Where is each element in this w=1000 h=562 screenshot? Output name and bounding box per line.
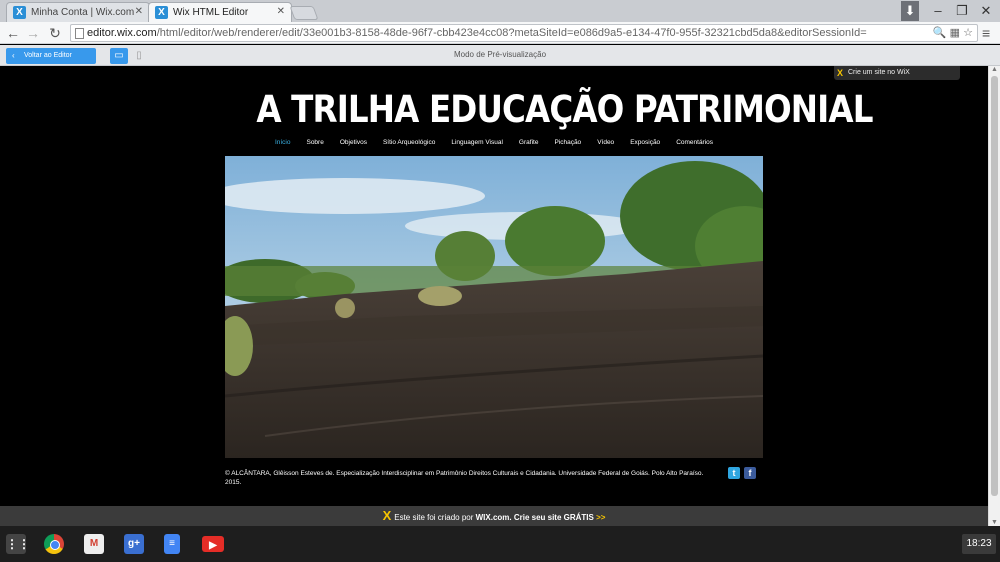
preview-mode-title: Modo de Pré-visualização [453, 50, 547, 59]
nav-item-objetivos[interactable]: Objetivos [340, 139, 367, 146]
wix-favicon-icon: X [155, 6, 168, 19]
bookmark-star-icon[interactable]: ☆ [963, 27, 973, 39]
restore-icon[interactable]: ❐ [950, 1, 974, 21]
nav-item-linguagem-visual[interactable]: Linguagem Visual [451, 139, 503, 146]
nav-item-grafite[interactable]: Grafite [519, 139, 539, 146]
launcher-icon[interactable]: ⋮⋮ [6, 534, 30, 554]
page-icon [75, 28, 84, 39]
scroll-down-icon[interactable]: ▼ [991, 519, 998, 526]
scroll-thumb[interactable] [991, 76, 998, 496]
os-shelf: ⋮⋮ M g+ ≡ ▶ 18:23 [0, 526, 1000, 562]
youtube-icon[interactable]: ▶ [202, 536, 224, 552]
chrome-menu-icon[interactable]: ≡ [982, 24, 996, 42]
nav-item-exposicao[interactable]: Exposição [630, 139, 660, 146]
preview-bar: ‹ Voltar ao Editor ▭ ▯ Modo de Pré-visua… [0, 45, 1000, 66]
close-tab-icon[interactable]: ✕ [277, 6, 285, 17]
back-arrow-icon[interactable]: ← [4, 24, 22, 42]
address-bar[interactable]: editor.wix.com/html/editor/web/renderer/… [70, 24, 978, 42]
wix-ad-footer[interactable]: X Este site foi criado por WIX.com. Crie … [0, 506, 988, 526]
wix-footer-cta: . Crie seu site GRÁTIS [509, 513, 597, 522]
hero-photo-rock-landscape [225, 156, 763, 458]
wix-badge-label: Crie um site no WiX [848, 69, 910, 76]
wix-footer-arrow: >> [596, 513, 606, 522]
browser-toolbar: ← → ↻ editor.wix.com/html/editor/web/ren… [0, 22, 1000, 44]
nav-item-inicio[interactable]: Início [275, 139, 291, 146]
create-wix-site-badge[interactable]: X Crie um site no WiX [834, 66, 960, 80]
google-plus-icon[interactable]: g+ [124, 534, 144, 554]
wix-footer-text: Este site foi criado por [394, 513, 476, 522]
site-preview: X Crie um site no WiX A TRILHA EDUCAÇÃO … [0, 66, 988, 506]
site-title: A TRILHA EDUCAÇÃO PATRIMONIAL [256, 88, 873, 131]
google-docs-icon[interactable]: ≡ [164, 534, 180, 554]
extension-icon[interactable]: ▦ [950, 27, 960, 39]
nav-item-comentarios[interactable]: Comentários [676, 139, 713, 146]
forward-arrow-icon[interactable]: → [24, 24, 42, 42]
close-window-icon[interactable]: ✕ [974, 1, 998, 21]
wix-logo-icon: X [382, 508, 392, 523]
nav-item-sobre[interactable]: Sobre [306, 139, 323, 146]
minimize-icon[interactable]: – [926, 1, 950, 21]
reload-icon[interactable]: ↻ [46, 24, 64, 42]
tab-title: Minha Conta | Wix.com [31, 7, 135, 18]
omnibox-actions: 🔍 ▦ ☆ [933, 26, 973, 39]
tab-wix-html-editor[interactable]: X Wix HTML Editor ✕ [148, 2, 292, 22]
wix-favicon-icon: X [13, 6, 26, 19]
user-profile-icon[interactable]: ⬇ [901, 1, 919, 21]
landscape-photo [225, 156, 763, 458]
chrome-icon[interactable] [44, 534, 64, 554]
wix-logo-icon: X [837, 68, 844, 78]
tab-title: Wix HTML Editor [173, 7, 249, 18]
wix-footer-brand: WIX.com [475, 513, 510, 522]
gmail-icon[interactable]: M [84, 534, 104, 554]
twitter-icon[interactable]: t [728, 467, 740, 479]
scroll-up-icon[interactable]: ▲ [991, 66, 998, 73]
photo-caption: © ALCÂNTARA, Glêisson Esteves de. Especi… [225, 470, 704, 486]
site-nav: Início Sobre Objetivos Sítio Arqueológic… [224, 139, 764, 146]
search-icon[interactable]: 🔍 [933, 27, 947, 39]
new-tab-button[interactable] [289, 6, 319, 20]
close-tab-icon[interactable]: ✕ [135, 6, 143, 17]
screen: X Minha Conta | Wix.com ✕ X Wix HTML Edi… [0, 0, 1000, 562]
tab-strip: X Minha Conta | Wix.com ✕ X Wix HTML Edi… [0, 0, 1000, 22]
url-domain: editor.wix.com [87, 27, 157, 39]
vertical-scrollbar[interactable]: ▲ ▼ [988, 66, 1000, 526]
tab-minha-conta[interactable]: X Minha Conta | Wix.com ✕ [6, 2, 150, 22]
system-clock[interactable]: 18:23 [962, 534, 996, 554]
nav-item-video[interactable]: Vídeo [597, 139, 614, 146]
facebook-icon[interactable]: f [744, 467, 756, 479]
nav-item-sitio-arqueologico[interactable]: Sítio Arqueológico [383, 139, 435, 146]
url-path: /html/editor/web/renderer/edit/33e001b3-… [156, 27, 867, 39]
nav-item-pichacao[interactable]: Pichação [554, 139, 581, 146]
